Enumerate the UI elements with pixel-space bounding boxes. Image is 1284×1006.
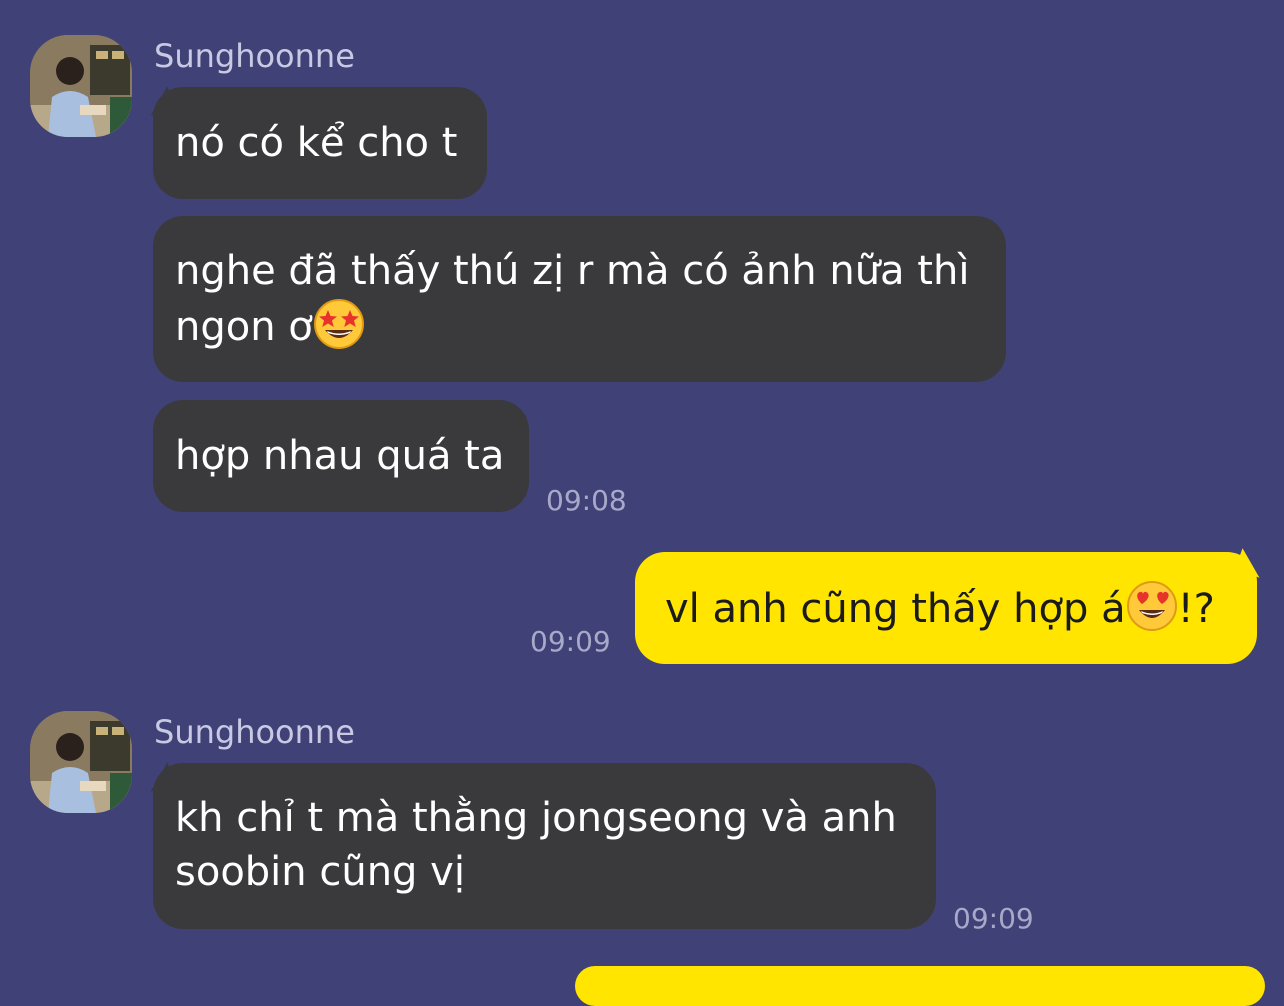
incoming-message-bubble[interactable]: hợp nhau quá ta	[153, 400, 529, 512]
message-text: nghe đã thấy thú zị r mà có ảnh nữa thì …	[175, 244, 984, 354]
message-timestamp: 09:09	[530, 625, 611, 658]
incoming-message-bubble[interactable]: nghe đã thấy thú zị r mà có ảnh nữa thì …	[153, 216, 1006, 382]
heart-eyes-emoji-icon	[1126, 581, 1177, 631]
message-timestamp: 09:08	[546, 484, 627, 517]
message-timestamp: 09:09	[953, 902, 1034, 935]
avatar-photo-icon	[30, 711, 132, 813]
message-text: kh chỉ t mà thằng jongseong và anh soobi…	[175, 795, 897, 895]
message-text: nó có kể cho t	[175, 120, 458, 166]
incoming-message-bubble[interactable]: nó có kể cho t	[153, 87, 487, 199]
message-text-before-emoji: vl anh cũng thấy hợp á	[665, 586, 1126, 632]
sender-name: Sunghoonne	[154, 713, 355, 751]
incoming-message-bubble[interactable]: kh chỉ t mà thằng jongseong và anh soobi…	[153, 763, 936, 929]
outgoing-message-bubble-partial[interactable]	[575, 966, 1265, 1006]
avatar-photo-icon	[30, 35, 132, 137]
avatar-sunghoonne[interactable]	[30, 711, 132, 813]
avatar-sunghoonne[interactable]	[30, 35, 132, 137]
message-text: vl anh cũng thấy hợp á !?	[665, 580, 1215, 636]
message-text-after-emoji: !?	[1177, 586, 1215, 632]
star-struck-emoji-icon	[313, 299, 364, 349]
sender-name: Sunghoonne	[154, 37, 355, 75]
outgoing-message-bubble[interactable]: vl anh cũng thấy hợp á !?	[635, 552, 1257, 664]
message-text: hợp nhau quá ta	[175, 433, 505, 479]
message-text-content: nghe đã thấy thú zị r mà có ảnh nữa thì …	[175, 248, 970, 350]
